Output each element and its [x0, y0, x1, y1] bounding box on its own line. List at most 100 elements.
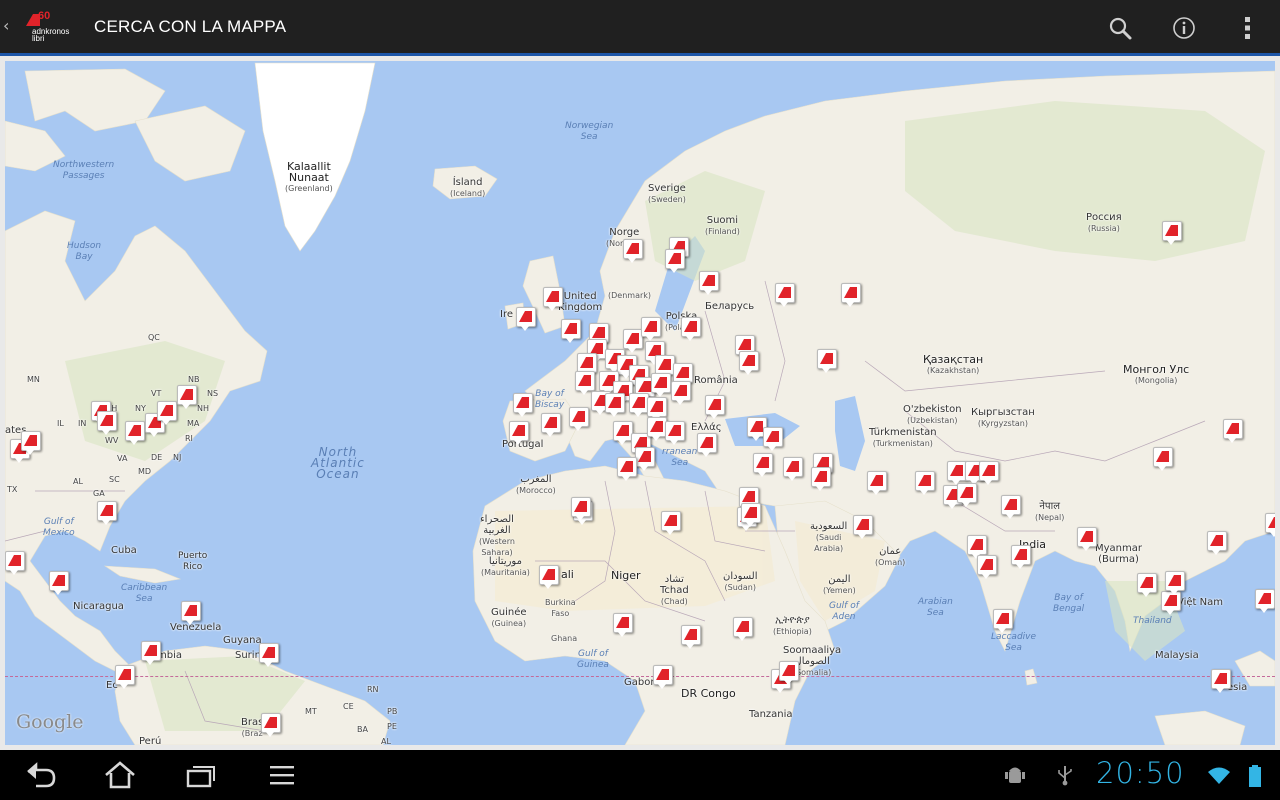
map-marker[interactable]: [947, 461, 967, 485]
map-marker[interactable]: [653, 665, 673, 689]
map-marker[interactable]: [779, 661, 799, 685]
map-marker[interactable]: [49, 571, 69, 595]
map-marker[interactable]: [97, 411, 117, 435]
denmark-label: (Denmark): [608, 291, 652, 300]
overflow-menu-button[interactable]: [1234, 14, 1262, 42]
state-label-nh: NH: [197, 404, 209, 413]
recent-apps-button[interactable]: [182, 760, 218, 790]
map-marker[interactable]: [623, 329, 643, 353]
map-marker[interactable]: [647, 397, 667, 421]
map-marker[interactable]: [665, 421, 685, 445]
map-marker[interactable]: [613, 613, 633, 637]
map-marker[interactable]: [157, 401, 177, 425]
map-marker[interactable]: [651, 373, 671, 397]
map-marker[interactable]: [1207, 531, 1227, 555]
romania-label: România: [694, 375, 738, 386]
up-navigation-icon[interactable]: ‹: [3, 16, 9, 35]
map-marker[interactable]: [1255, 589, 1275, 613]
map-marker[interactable]: [681, 625, 701, 649]
map-marker[interactable]: [539, 565, 559, 589]
info-button[interactable]: [1170, 14, 1198, 42]
map-marker[interactable]: [613, 421, 633, 445]
map-marker[interactable]: [673, 363, 693, 387]
map-marker[interactable]: [177, 385, 197, 409]
map-marker[interactable]: [817, 349, 837, 373]
map-marker[interactable]: [623, 239, 643, 263]
map-marker[interactable]: [141, 641, 161, 665]
map-marker[interactable]: [1001, 495, 1021, 519]
map-marker[interactable]: [967, 535, 987, 559]
map-marker[interactable]: [181, 601, 201, 625]
map-marker[interactable]: [516, 307, 536, 331]
world-map[interactable]: Kalaallit Nunaat (Greenland) Ísland (Icela…: [5, 61, 1275, 745]
map-marker[interactable]: [783, 457, 803, 481]
app-logo[interactable]: 60 adnkronos libri: [24, 10, 76, 46]
map-marker[interactable]: [561, 319, 581, 343]
map-marker[interactable]: [1165, 571, 1185, 595]
map-marker[interactable]: [575, 371, 595, 395]
map-marker[interactable]: [543, 287, 563, 311]
map-marker[interactable]: [811, 467, 831, 491]
map-marker[interactable]: [733, 617, 753, 641]
map-marker[interactable]: [1265, 513, 1275, 537]
map-marker[interactable]: [1137, 573, 1157, 597]
map-marker[interactable]: [705, 395, 725, 419]
map-marker[interactable]: [681, 317, 701, 341]
map-marker[interactable]: [541, 413, 561, 437]
map-marker[interactable]: [853, 515, 873, 539]
turkmenistan-label: Türkmenistan (Turkmenistan): [869, 427, 937, 448]
map-marker[interactable]: [513, 393, 533, 417]
map-marker[interactable]: [957, 483, 977, 507]
map-marker[interactable]: [655, 355, 675, 379]
map-marker[interactable]: [741, 503, 761, 527]
map-marker[interactable]: [775, 283, 795, 307]
map-marker[interactable]: [979, 461, 999, 485]
search-icon: [1109, 17, 1132, 40]
map-marker[interactable]: [1077, 527, 1097, 551]
map-marker[interactable]: [993, 609, 1013, 633]
map-marker[interactable]: [665, 249, 685, 273]
map-marker[interactable]: [641, 317, 661, 341]
map-marker[interactable]: [21, 431, 41, 455]
map-marker[interactable]: [647, 417, 667, 441]
map-marker[interactable]: [915, 471, 935, 495]
map-marker[interactable]: [629, 393, 649, 417]
map-marker[interactable]: [617, 457, 637, 481]
menu-nav-button[interactable]: [264, 760, 300, 790]
page-title: CERCA CON LA MAPPA: [94, 17, 287, 36]
map-marker[interactable]: [125, 421, 145, 445]
map-marker[interactable]: [753, 453, 773, 477]
map-marker[interactable]: [577, 353, 597, 377]
arabian-sea-label: Arabian Sea: [918, 597, 953, 618]
map-marker[interactable]: [841, 283, 861, 307]
home-nav-button[interactable]: [102, 760, 138, 790]
map-marker[interactable]: [509, 421, 529, 445]
map-marker[interactable]: [97, 501, 117, 525]
map-marker[interactable]: [1153, 447, 1173, 471]
map-marker[interactable]: [977, 555, 997, 579]
status-clock[interactable]: 20:50: [1096, 756, 1185, 790]
map-marker[interactable]: [697, 433, 717, 457]
map-marker[interactable]: [261, 713, 281, 737]
map-marker[interactable]: [1011, 545, 1031, 569]
back-nav-button[interactable]: [22, 760, 58, 790]
map-marker[interactable]: [605, 393, 625, 417]
map-marker[interactable]: [739, 351, 759, 375]
state-label-ga: GA: [93, 489, 105, 498]
map-marker[interactable]: [5, 551, 25, 575]
google-attribution[interactable]: Google: [16, 711, 84, 733]
map-marker[interactable]: [1211, 669, 1231, 693]
map-marker[interactable]: [867, 471, 887, 495]
map-marker[interactable]: [115, 665, 135, 689]
map-marker[interactable]: [259, 643, 279, 667]
map-marker[interactable]: [1223, 419, 1243, 443]
map-marker[interactable]: [571, 497, 591, 521]
map-marker[interactable]: [671, 381, 691, 405]
map-marker[interactable]: [569, 407, 589, 431]
map-marker[interactable]: [763, 427, 783, 451]
map-marker[interactable]: [661, 511, 681, 535]
map-marker[interactable]: [699, 271, 719, 295]
map-marker[interactable]: [1162, 221, 1182, 245]
search-button[interactable]: [1106, 14, 1134, 42]
map-marker[interactable]: [635, 447, 655, 471]
